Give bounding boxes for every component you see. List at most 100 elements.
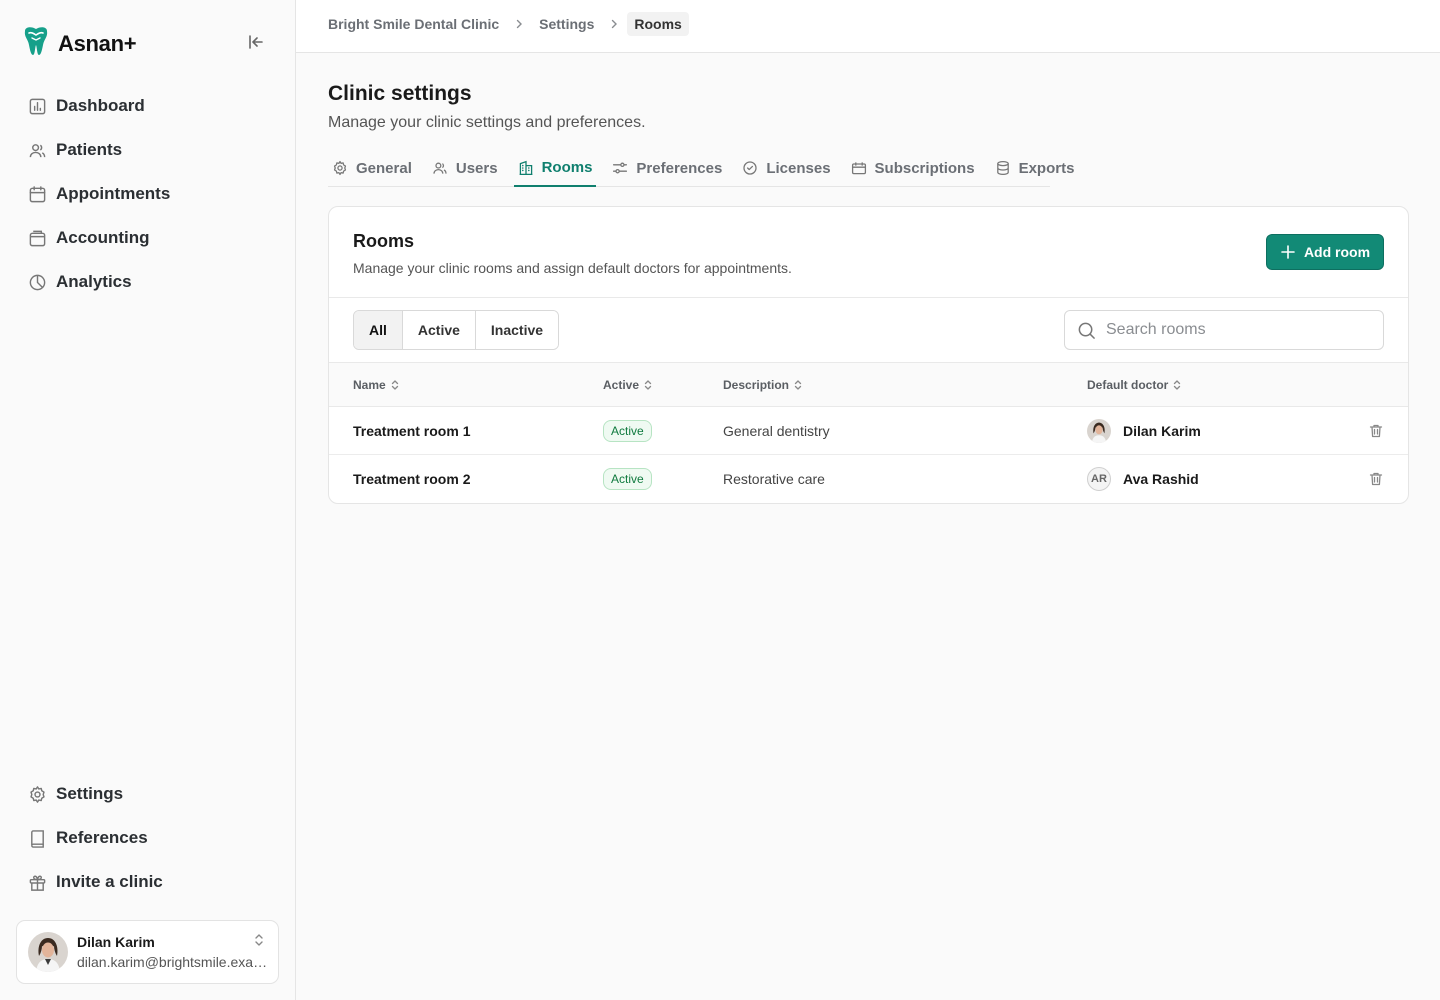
trash-icon [1369, 424, 1383, 438]
user-email: dilan.karim@brightsmile.example.com [77, 954, 269, 970]
rooms-card-subtitle: Manage your clinic rooms and assign defa… [353, 260, 792, 276]
search-input[interactable] [1106, 321, 1366, 339]
room-description: General dentistry [723, 423, 830, 439]
chevron-up-down-icon [252, 933, 266, 952]
gift-icon [29, 875, 46, 891]
filter-all[interactable]: All [354, 311, 403, 349]
main-content: Clinic settings Manage your clinic setti… [296, 53, 1440, 1000]
brand[interactable]: Asnan+ [20, 25, 137, 62]
tab-preferences[interactable]: Preferences [608, 150, 726, 186]
users-icon [433, 162, 447, 174]
secondary-nav: Settings References Invite a clinic [16, 776, 280, 908]
tab-label: Subscriptions [874, 159, 975, 177]
sort-icon [391, 380, 398, 390]
nav-label: Dashboard [56, 96, 145, 115]
add-room-button[interactable]: Add room [1266, 234, 1384, 270]
pie-chart-icon [29, 274, 46, 290]
table-header: Name Active Description Default doctor [329, 363, 1408, 407]
sliders-icon [613, 162, 628, 174]
settings-tabs: General Users Rooms Preferences Licenses… [328, 150, 1074, 187]
delete-room-button[interactable] [1368, 471, 1384, 492]
nav-label: References [56, 828, 148, 847]
tab-subscriptions[interactable]: Subscriptions [847, 150, 979, 186]
sidebar: Asnan+ Dashboard Patients Appointments A… [0, 0, 296, 1000]
nav-item-accounting[interactable]: Accounting [16, 220, 280, 256]
filter-inactive[interactable]: Inactive [475, 311, 559, 349]
search-icon [1078, 322, 1095, 339]
tab-users[interactable]: Users [428, 150, 502, 186]
users-icon [29, 143, 46, 157]
chevron-right-icon [513, 18, 525, 30]
nav-item-appointments[interactable]: Appointments [16, 176, 280, 212]
default-doctor: Dilan Karim [1087, 407, 1201, 455]
tab-licenses[interactable]: Licenses [738, 150, 834, 186]
room-description: Restorative care [723, 471, 825, 487]
nav-label: Accounting [56, 228, 150, 247]
breadcrumb-settings[interactable]: Settings [539, 12, 594, 36]
add-room-label: Add room [1303, 244, 1371, 260]
column-label: Name [353, 378, 386, 392]
column-label: Default doctor [1087, 378, 1169, 392]
wallet-icon [29, 230, 46, 246]
tab-label: Preferences [636, 159, 723, 177]
column-default-doctor[interactable]: Default doctor [1087, 363, 1182, 407]
breadcrumb-clinic[interactable]: Bright Smile Dental Clinic [328, 12, 499, 36]
tab-general[interactable]: General [328, 150, 416, 186]
book-icon [31, 829, 44, 848]
nav-label: Patients [56, 140, 123, 159]
table-row[interactable]: Treatment room 2 Active Restorative care… [329, 455, 1408, 503]
rooms-card: Rooms Manage your clinic rooms and assig… [328, 206, 1409, 504]
avatar [28, 932, 68, 972]
column-label: Active [603, 378, 640, 392]
table-row[interactable]: Treatment room 1 Active General dentistr… [329, 407, 1408, 455]
status-badge: Active [603, 468, 652, 490]
tab-rooms[interactable]: Rooms [513, 150, 597, 187]
user-name: Dilan Karim [77, 934, 155, 950]
tab-label: Exports [1018, 159, 1075, 177]
nav-item-invite-clinic[interactable]: Invite a clinic [16, 864, 280, 900]
avatar [1087, 419, 1111, 443]
chart-bar-icon [29, 98, 46, 114]
nav-item-patients[interactable]: Patients [16, 132, 280, 168]
room-name: Treatment room 1 [353, 423, 471, 439]
gear-icon [333, 160, 347, 176]
nav-item-references[interactable]: References [16, 820, 280, 856]
building-icon [519, 160, 532, 175]
nav-item-settings[interactable]: Settings [16, 776, 280, 812]
breadcrumb: Bright Smile Dental Clinic Settings Room… [328, 12, 689, 36]
column-description[interactable]: Description [723, 363, 803, 407]
column-active[interactable]: Active [603, 363, 653, 407]
tab-label: General [356, 159, 412, 177]
tab-label: Users [455, 159, 498, 177]
nav-label: Settings [56, 784, 124, 803]
search-box [1064, 310, 1384, 350]
collapse-sidebar-button[interactable] [244, 30, 268, 54]
user-menu[interactable]: Dilan Karim dilan.karim@brightsmile.exam… [16, 920, 279, 984]
nav-label: Analytics [56, 272, 132, 291]
page-title: Clinic settings [328, 82, 472, 105]
column-label: Description [723, 378, 790, 392]
delete-room-button[interactable] [1368, 423, 1384, 444]
collapse-left-icon [249, 35, 263, 49]
ticket-icon [851, 162, 866, 175]
rooms-card-title: Rooms [353, 231, 415, 251]
plus-icon [1281, 245, 1295, 259]
app-name: Asnan+ [58, 30, 137, 56]
doctor-name: Dilan Karim [1123, 423, 1201, 439]
sort-icon [1174, 380, 1181, 390]
sort-icon [644, 380, 652, 390]
filter-active[interactable]: Active [402, 311, 476, 349]
check-circle-icon [743, 161, 757, 175]
avatar-initials: AR [1087, 467, 1111, 491]
column-name[interactable]: Name [353, 363, 400, 407]
database-icon [996, 160, 1009, 176]
nav-item-dashboard[interactable]: Dashboard [16, 88, 280, 124]
main-nav: Dashboard Patients Appointments Accounti… [16, 88, 280, 308]
chevron-right-icon [608, 18, 620, 30]
nav-item-analytics[interactable]: Analytics [16, 264, 280, 300]
tab-label: Licenses [766, 159, 831, 177]
status-badge: Active [603, 420, 652, 442]
rooms-table-body: Treatment room 1 Active General dentistr… [329, 407, 1408, 503]
doctor-name: Ava Rashid [1123, 471, 1199, 487]
tab-exports[interactable]: Exports [991, 150, 1079, 186]
